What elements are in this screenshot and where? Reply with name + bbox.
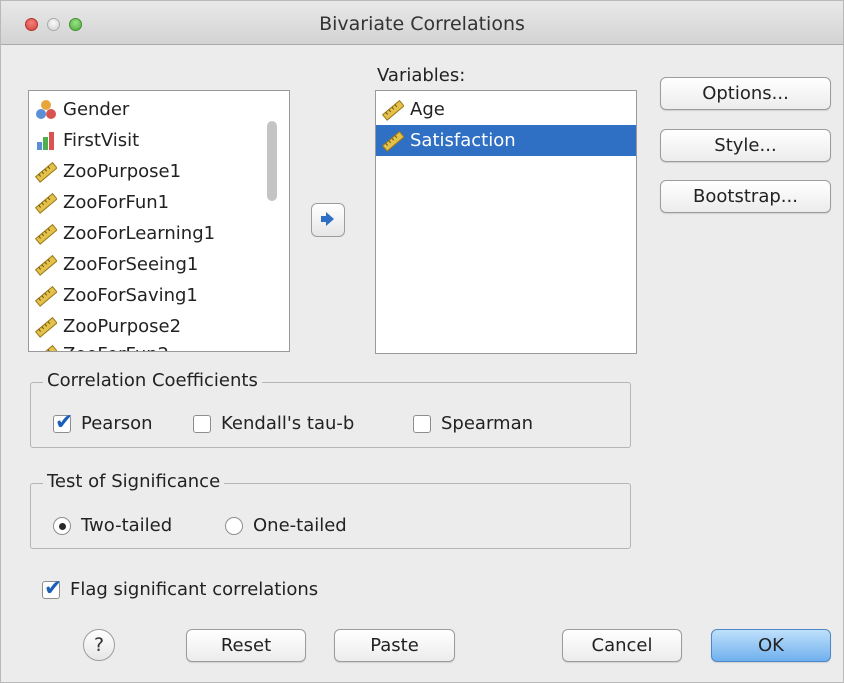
flag-significant-label: Flag significant correlations <box>70 579 319 600</box>
reset-button[interactable]: Reset <box>186 629 306 662</box>
spearman-checkbox[interactable] <box>413 414 431 433</box>
variables-label: Variables: <box>377 65 466 86</box>
list-item-label: ZooForFun2 <box>63 344 169 351</box>
list-scrollbar-thumb[interactable] <box>267 121 277 201</box>
list-item-label: ZooForSaving1 <box>63 285 198 306</box>
list-item[interactable]: ZooForSeeing1 <box>29 249 289 280</box>
correlation-coefficients-group: Correlation Coefficients Pearson Kendall… <box>30 370 631 448</box>
list-item[interactable]: ZooForSaving1 <box>29 280 289 311</box>
list-item-label: ZooPurpose1 <box>63 161 182 182</box>
scale-variable-icon <box>34 285 58 307</box>
scale-variable-icon <box>34 223 58 245</box>
source-variable-list[interactable]: Gender FirstVisit ZooPurpose1 ZooForFun1… <box>28 90 290 352</box>
list-item-label: ZooForSeeing1 <box>63 254 199 275</box>
two-tailed-radio[interactable] <box>53 516 71 535</box>
ok-button[interactable]: OK <box>711 629 831 662</box>
two-tailed-label: Two-tailed <box>81 515 173 536</box>
group-legend: Test of Significance <box>43 471 225 492</box>
paste-button[interactable]: Paste <box>334 629 455 662</box>
list-item-label: Age <box>410 99 445 120</box>
pearson-checkbox[interactable] <box>53 410 73 435</box>
pearson-label: Pearson <box>81 413 153 434</box>
spearman-label: Spearman <box>441 413 534 434</box>
list-item-label: ZooForLearning1 <box>63 223 216 244</box>
dialog-window: Bivariate Correlations Gender FirstVisit… <box>0 0 844 683</box>
kendall-checkbox[interactable] <box>193 414 211 433</box>
list-item[interactable]: ZooPurpose1 <box>29 156 289 187</box>
scale-variable-icon <box>34 161 58 183</box>
one-tailed-radio[interactable] <box>225 516 243 535</box>
scale-variable-icon <box>34 254 58 276</box>
one-tailed-label: One-tailed <box>253 515 347 536</box>
move-variable-button[interactable] <box>311 203 345 237</box>
arrow-right-icon <box>318 208 338 232</box>
list-item[interactable]: Gender <box>29 94 289 125</box>
ordinal-variable-icon <box>35 130 57 152</box>
list-item-label: ZooForFun1 <box>63 192 170 213</box>
group-legend: Correlation Coefficients <box>43 370 262 391</box>
one-tailed-option[interactable]: One-tailed <box>225 515 347 536</box>
cancel-button[interactable]: Cancel <box>562 629 682 662</box>
scale-variable-icon <box>381 99 405 121</box>
two-tailed-option[interactable]: Two-tailed <box>53 515 172 536</box>
window-title: Bivariate Correlations <box>319 13 525 35</box>
list-item-selected[interactable]: Satisfaction <box>376 125 636 156</box>
list-item[interactable]: Age <box>376 94 636 125</box>
scale-variable-icon <box>381 130 405 152</box>
flag-significant-option[interactable]: Flag significant correlations <box>42 576 319 601</box>
scale-variable-icon <box>34 316 58 338</box>
options-button[interactable]: Options... <box>660 77 831 110</box>
list-item[interactable]: FirstVisit <box>29 125 289 156</box>
list-item-label: Gender <box>63 99 130 120</box>
bootstrap-button[interactable]: Bootstrap... <box>660 180 831 213</box>
help-button[interactable]: ? <box>83 629 115 661</box>
style-button[interactable]: Style... <box>660 129 831 162</box>
variables-list[interactable]: Age Satisfaction <box>375 90 637 354</box>
list-item-label: ZooPurpose2 <box>63 316 182 337</box>
spearman-option[interactable]: Spearman <box>413 413 533 434</box>
help-icon: ? <box>93 634 105 656</box>
list-item[interactable]: ZooForLearning1 <box>29 218 289 249</box>
scale-variable-icon <box>34 192 58 214</box>
list-item-label: FirstVisit <box>63 130 140 151</box>
nominal-variable-icon <box>35 99 57 121</box>
flag-significant-checkbox[interactable] <box>42 576 62 601</box>
list-item[interactable]: ZooPurpose2 <box>29 311 289 342</box>
pearson-option[interactable]: Pearson <box>53 410 153 435</box>
list-item-label: Satisfaction <box>410 130 516 151</box>
scale-variable-icon <box>34 344 58 351</box>
list-item[interactable]: ZooForFun2 <box>29 339 289 351</box>
title-bar: Bivariate Correlations <box>1 1 843 45</box>
test-of-significance-group: Test of Significance Two-tailed One-tail… <box>30 471 631 549</box>
list-item[interactable]: ZooForFun1 <box>29 187 289 218</box>
kendall-option[interactable]: Kendall's tau-b <box>193 413 354 434</box>
kendall-label: Kendall's tau-b <box>221 413 355 434</box>
